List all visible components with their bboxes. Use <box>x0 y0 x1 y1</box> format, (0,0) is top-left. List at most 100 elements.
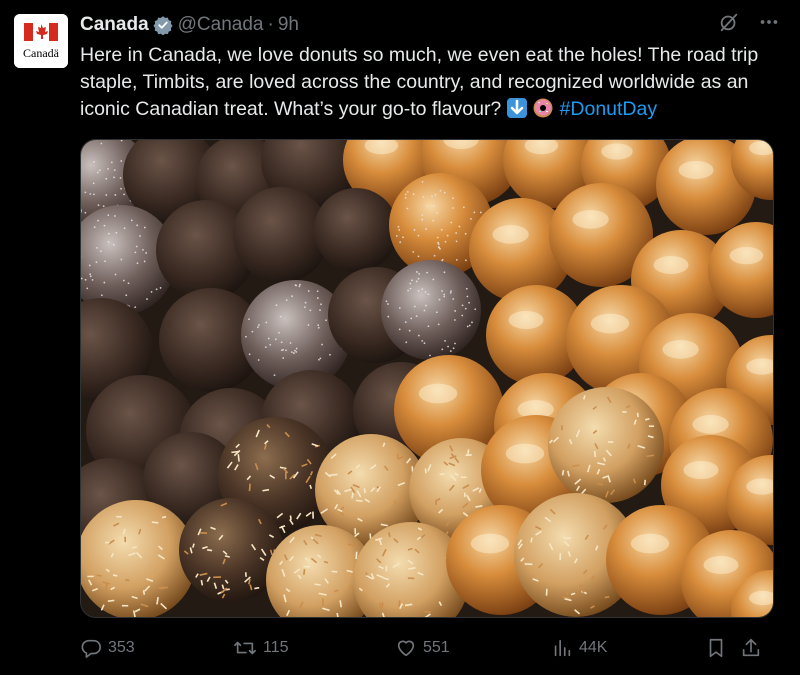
topping-speck <box>421 219 423 221</box>
topping-speck <box>425 291 427 293</box>
topping-speck <box>434 255 436 257</box>
topping-speck <box>416 281 418 283</box>
topping-speck <box>93 161 95 163</box>
reply-button[interactable]: 353 <box>80 634 135 662</box>
topping-speck <box>412 251 414 253</box>
like-button[interactable]: 551 <box>395 634 450 662</box>
retweet-icon <box>233 637 257 659</box>
glaze-highlight <box>692 415 728 434</box>
glaze-highlight <box>471 534 510 554</box>
topping-speck <box>418 290 420 292</box>
topping-speck <box>386 300 388 302</box>
topping-speck <box>97 220 99 222</box>
retweet-count: 115 <box>263 639 289 657</box>
topping-speck <box>456 240 458 242</box>
topping-speck <box>258 324 260 326</box>
topping-speck <box>104 225 106 227</box>
topping-speck <box>319 358 321 360</box>
topping-speck <box>268 338 270 340</box>
topping-speck <box>410 318 412 320</box>
topping-speck <box>275 338 277 340</box>
topping-speck <box>125 294 127 296</box>
tweet-image[interactable] <box>80 139 774 618</box>
topping-speck <box>124 227 126 229</box>
topping-speck <box>444 340 446 342</box>
topping-speck <box>295 351 297 353</box>
topping-speck <box>456 259 458 261</box>
share-button[interactable] <box>740 634 762 662</box>
separator-dot: · <box>267 14 273 36</box>
topping-speck <box>84 212 86 214</box>
grok-icon[interactable] <box>718 11 740 39</box>
topping-speck <box>104 260 106 262</box>
topping-speck <box>398 226 400 228</box>
topping-speck <box>441 229 443 231</box>
topping-speck <box>416 271 418 273</box>
topping-speck <box>321 344 323 346</box>
topping-speck <box>447 235 449 237</box>
topping-speck <box>274 374 276 376</box>
topping-speck <box>454 310 456 312</box>
topping-speck <box>440 190 442 192</box>
bookmark-icon <box>705 637 727 659</box>
topping-speck <box>399 328 401 330</box>
down-arrow-emoji-icon <box>507 98 527 118</box>
topping-speck <box>325 319 327 321</box>
topping-speck <box>414 229 416 231</box>
topping-speck <box>291 295 293 297</box>
bookmark-button[interactable] <box>705 634 727 662</box>
topping-speck <box>424 342 426 344</box>
topping-speck <box>249 353 251 355</box>
topping-speck <box>329 354 331 356</box>
topping-speck <box>97 172 99 174</box>
topping-speck <box>103 282 105 284</box>
topping-speck <box>444 192 446 194</box>
topping-speck <box>114 215 116 217</box>
more-icon[interactable] <box>758 11 780 39</box>
topping-speck <box>437 237 439 239</box>
account-handle[interactable]: @Canada <box>178 14 264 36</box>
views-button[interactable]: 44K <box>551 634 607 662</box>
topping-speck <box>471 321 473 323</box>
topping-speck <box>93 182 95 184</box>
topping-speck <box>116 516 122 518</box>
topping-speck <box>115 274 117 276</box>
account-name[interactable]: Canada <box>80 14 149 36</box>
topping-speck <box>559 553 561 560</box>
topping-speck <box>387 316 389 318</box>
donut-hole <box>548 387 664 503</box>
tweet-time[interactable]: 9h <box>278 14 299 36</box>
topping-speck <box>317 324 319 326</box>
topping-speck <box>285 349 287 351</box>
topping-speck <box>317 297 319 299</box>
topping-speck <box>405 194 407 196</box>
topping-speck <box>137 262 139 264</box>
topping-speck <box>418 235 420 237</box>
hashtag-link[interactable]: #DonutDay <box>560 98 658 120</box>
topping-speck <box>123 194 125 196</box>
topping-speck <box>107 214 109 216</box>
topping-speck <box>317 290 319 292</box>
topping-speck <box>421 340 423 342</box>
heart-icon <box>395 637 417 659</box>
topping-speck <box>465 233 467 235</box>
topping-speck <box>294 350 296 352</box>
topping-speck <box>579 585 583 587</box>
topping-speck <box>424 611 431 613</box>
topping-speck <box>432 279 434 281</box>
topping-speck <box>397 453 399 459</box>
topping-speck <box>265 346 267 348</box>
topping-speck <box>407 208 409 210</box>
topping-speck <box>122 605 128 607</box>
share-icon <box>740 637 762 659</box>
topping-speck <box>105 194 107 196</box>
avatar[interactable]: Canadä <box>14 14 68 68</box>
topping-speck <box>405 341 407 343</box>
topping-speck <box>89 265 91 267</box>
topping-speck <box>107 168 109 170</box>
topping-speck <box>386 566 388 572</box>
topping-speck <box>608 441 613 443</box>
retweet-button[interactable]: 115 <box>233 634 289 662</box>
topping-speck <box>303 566 309 568</box>
topping-speck <box>115 232 117 234</box>
